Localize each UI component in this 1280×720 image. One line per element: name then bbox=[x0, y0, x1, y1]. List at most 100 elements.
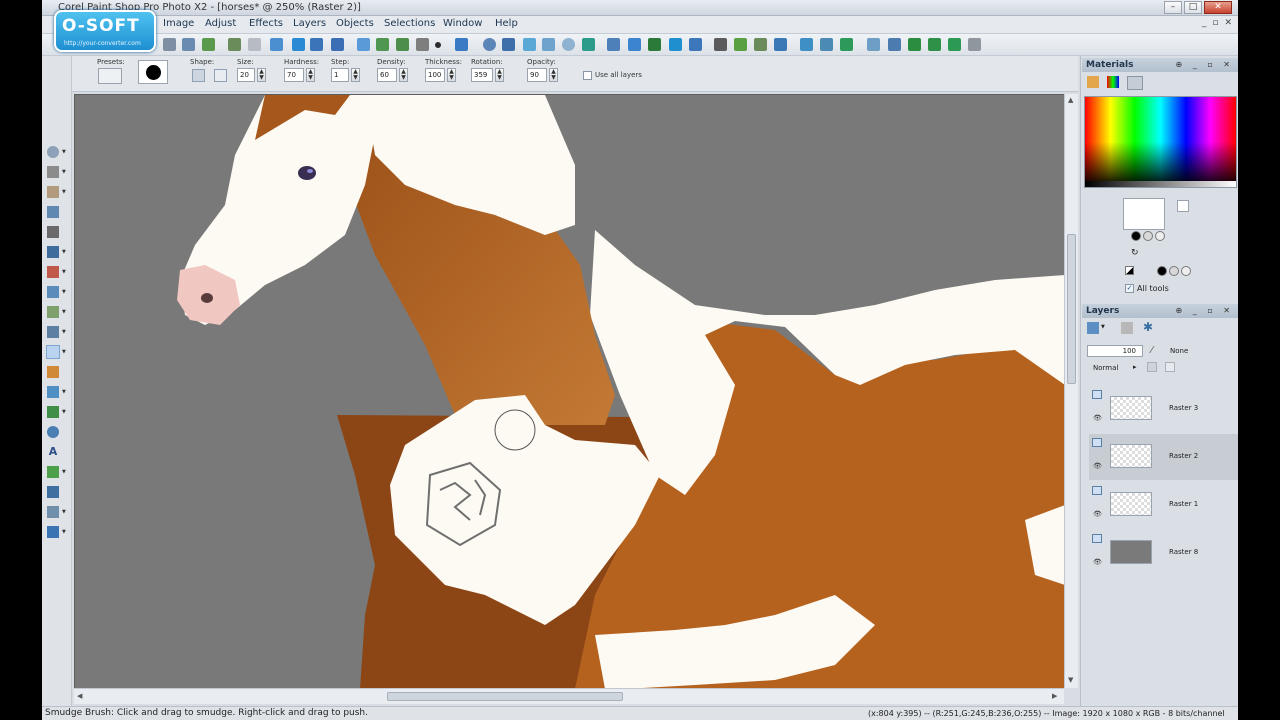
doc-close-button[interactable]: ✕ bbox=[1224, 18, 1232, 28]
script-output-icon[interactable] bbox=[867, 38, 880, 51]
brush-link-icon[interactable]: ⁄ bbox=[1151, 345, 1153, 356]
chevron-down-icon[interactable]: ▼ bbox=[62, 469, 66, 475]
learning-icon[interactable] bbox=[689, 38, 702, 51]
zoom-tool-icon[interactable] bbox=[47, 146, 59, 158]
text-tool-icon[interactable]: A bbox=[47, 446, 59, 458]
rainbow-tab-icon[interactable] bbox=[1107, 76, 1119, 88]
effects-icon[interactable] bbox=[523, 38, 536, 51]
minimize-button[interactable]: – bbox=[1164, 1, 1182, 14]
dropper-tool-icon[interactable] bbox=[47, 206, 59, 218]
size-input[interactable]: 20 bbox=[237, 68, 255, 82]
menu-image[interactable]: Image bbox=[163, 18, 194, 29]
eraser-tool-icon[interactable] bbox=[47, 386, 59, 398]
copy-icon[interactable] bbox=[182, 38, 195, 51]
doc-minimize-button[interactable]: _ bbox=[1202, 18, 1207, 28]
chevron-down-icon[interactable]: ▼ bbox=[62, 269, 66, 275]
square-shape-button[interactable] bbox=[214, 69, 227, 82]
overview-icon[interactable] bbox=[669, 38, 682, 51]
swap-colors-icon[interactable]: ↻ bbox=[1131, 248, 1139, 258]
blend-mode-label[interactable]: Normal bbox=[1093, 364, 1118, 372]
paste-icon[interactable] bbox=[202, 38, 215, 51]
reset-colors-icon[interactable] bbox=[1125, 266, 1134, 275]
vertical-scroll-thumb[interactable] bbox=[1067, 234, 1076, 384]
flip-icon[interactable] bbox=[310, 38, 323, 51]
layer-row-raster-8[interactable]: 👁 Raster 8 bbox=[1089, 530, 1238, 576]
density-input[interactable]: 60 bbox=[377, 68, 397, 82]
background-color-swatch[interactable] bbox=[1177, 200, 1189, 212]
chevron-down-icon[interactable]: ▼ bbox=[62, 529, 66, 535]
art-media-tool-icon[interactable] bbox=[47, 526, 59, 538]
globe-icon[interactable] bbox=[483, 38, 496, 51]
warp-brush-icon[interactable] bbox=[47, 506, 59, 518]
flood-fill-tool-icon[interactable] bbox=[47, 406, 59, 418]
frame-tab-icon[interactable] bbox=[1087, 76, 1099, 88]
visibility-eye-icon[interactable]: 👁 bbox=[1093, 510, 1102, 518]
new-icon[interactable] bbox=[163, 38, 176, 51]
chevron-down-icon[interactable]: ▼ bbox=[62, 389, 66, 395]
layers-toggle-icon[interactable] bbox=[774, 38, 787, 51]
photo-fix-icon[interactable] bbox=[396, 38, 409, 51]
chevron-down-icon[interactable]: ▼ bbox=[62, 329, 66, 335]
image-canvas[interactable] bbox=[74, 94, 1076, 688]
arrow-green-2-icon[interactable] bbox=[928, 38, 941, 51]
customize-icon[interactable] bbox=[968, 38, 981, 51]
chevron-down-icon[interactable]: ▼ bbox=[62, 249, 66, 255]
horizontal-scroll-thumb[interactable] bbox=[387, 692, 623, 701]
round-shape-button[interactable] bbox=[192, 69, 205, 82]
visibility-eye-icon[interactable]: 👁 bbox=[1093, 414, 1102, 422]
brush-tip-preview[interactable] bbox=[138, 60, 168, 84]
rotation-input[interactable]: 359 bbox=[471, 68, 493, 82]
scroll-left-icon[interactable]: ◀ bbox=[77, 692, 82, 700]
scratch-remover-icon[interactable] bbox=[47, 306, 59, 318]
grayscale-strip[interactable] bbox=[1085, 181, 1236, 187]
visibility-eye-icon[interactable]: 👁 bbox=[1093, 462, 1102, 470]
panel-buttons[interactable]: ⊕ _ ▫ ✕ bbox=[1176, 58, 1234, 72]
chevron-down-icon[interactable]: ▼ bbox=[62, 189, 66, 195]
rotation-spinner[interactable]: ▲ ▼ bbox=[495, 68, 504, 82]
transparent-mode-icon[interactable] bbox=[1155, 231, 1165, 241]
bg-gradient-mode-icon[interactable] bbox=[1169, 266, 1179, 276]
vertical-scrollbar[interactable]: ▲ ▼ bbox=[1064, 94, 1078, 688]
panel-buttons[interactable]: ⊕ _ ▫ ✕ bbox=[1176, 304, 1234, 318]
pen-tool-icon[interactable] bbox=[47, 486, 59, 498]
chevron-down-icon[interactable]: ▼ bbox=[62, 149, 66, 155]
foreground-color-swatch[interactable] bbox=[1123, 198, 1165, 230]
menu-effects[interactable]: Effects bbox=[249, 18, 283, 29]
browser-icon[interactable] bbox=[502, 38, 515, 51]
step-spinner[interactable]: ▲ ▼ bbox=[351, 68, 360, 82]
menu-help[interactable]: Help bbox=[495, 18, 518, 29]
camera-icon[interactable] bbox=[416, 38, 429, 51]
layer-opacity-field[interactable]: 100 bbox=[1087, 345, 1143, 357]
grid-icon[interactable] bbox=[228, 38, 241, 51]
menu-selections[interactable]: Selections bbox=[384, 18, 435, 29]
density-spinner[interactable]: ▲ ▼ bbox=[399, 68, 408, 82]
straighten-tool-icon[interactable] bbox=[47, 246, 59, 258]
all-tools-checkbox[interactable]: ✓ bbox=[1125, 284, 1134, 293]
selection-tool-icon[interactable] bbox=[47, 186, 59, 198]
tools-icon[interactable] bbox=[714, 38, 727, 51]
paint-brush-tool-icon[interactable] bbox=[47, 366, 59, 378]
hardness-spinner[interactable]: ▲ ▼ bbox=[306, 68, 315, 82]
palette-icon[interactable] bbox=[542, 38, 555, 51]
mirror-icon[interactable] bbox=[331, 38, 344, 51]
blend-mode-arrow-icon[interactable]: ▸ bbox=[1133, 363, 1137, 371]
size-spinner[interactable]: ▲ ▼ bbox=[257, 68, 266, 82]
use-all-layers-checkbox[interactable] bbox=[583, 71, 592, 80]
close-button[interactable]: ✕ bbox=[1204, 1, 1232, 14]
dodge-tool-icon[interactable] bbox=[47, 326, 59, 338]
chevron-down-icon[interactable]: ▼ bbox=[62, 309, 66, 315]
sharpen-icon[interactable] bbox=[455, 38, 468, 51]
layer-row-raster-2[interactable]: 👁 Raster 2 bbox=[1089, 434, 1238, 480]
crop-icon[interactable] bbox=[270, 38, 283, 51]
hardness-input[interactable]: 70 bbox=[284, 68, 304, 82]
layer-row-raster-3[interactable]: 👁 Raster 3 bbox=[1089, 386, 1238, 432]
clone-tool-icon[interactable] bbox=[47, 286, 59, 298]
scroll-up-icon[interactable]: ▲ bbox=[1068, 96, 1073, 104]
bg-color-mode-icon[interactable] bbox=[1157, 266, 1167, 276]
color-mode-icon[interactable] bbox=[1131, 231, 1141, 241]
chevron-down-icon[interactable]: ▼ bbox=[1101, 324, 1105, 330]
overview-toggle-icon[interactable] bbox=[840, 38, 853, 51]
mask-mode-label[interactable]: None bbox=[1170, 347, 1188, 355]
red-eye-icon[interactable] bbox=[435, 42, 441, 48]
thickness-spinner[interactable]: ▲ ▼ bbox=[447, 68, 456, 82]
